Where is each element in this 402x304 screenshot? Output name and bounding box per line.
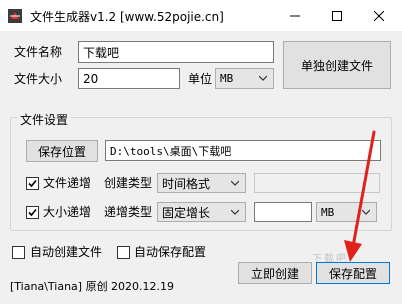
checkmark-icon <box>28 208 37 217</box>
auto-create-label: 自动创建文件 <box>30 245 103 259</box>
title-bar: 文件生成器v1.2 [www.52pojie.cn] <box>0 0 402 31</box>
file-name-value: 下载吧 <box>83 45 120 60</box>
file-name-input[interactable]: 下载吧 <box>78 41 274 63</box>
create-type-label: 创建类型 <box>104 176 153 190</box>
file-size-unit-value: MB <box>220 72 234 85</box>
file-size-input[interactable]: 20 <box>78 68 180 89</box>
create-type-select[interactable]: 时间格式 <box>157 173 246 193</box>
footer-credit: [Tiana\Tiana] 原创 2020.12.19 <box>10 280 175 293</box>
window-title: 文件生成器v1.2 [www.52pojie.cn] <box>30 10 224 24</box>
increment-type-value: 固定增长 <box>162 205 211 220</box>
chevron-down-icon <box>259 75 267 81</box>
unit-label: 单位 <box>188 72 213 86</box>
file-name-label: 文件名称 <box>14 45 63 59</box>
maximize-icon <box>332 10 342 21</box>
file-increment-checkbox[interactable] <box>26 177 39 190</box>
file-size-unit-select[interactable]: MB <box>215 68 274 89</box>
save-path-value: D:\tools\桌面\下载吧 <box>110 144 232 158</box>
create-now-button[interactable]: 立即创建 <box>238 262 312 284</box>
file-size-value: 20 <box>83 71 99 86</box>
close-button[interactable] <box>358 0 400 31</box>
auto-save-config-checkbox[interactable] <box>117 246 130 259</box>
chevron-down-icon <box>231 180 239 186</box>
chevron-down-icon <box>231 209 239 215</box>
increment-type-select[interactable]: 固定增长 <box>157 202 246 222</box>
file-size-label: 文件大小 <box>14 72 63 86</box>
minimize-button[interactable] <box>274 0 316 31</box>
increment-unit-value: MB <box>321 205 335 219</box>
auto-create-checkbox[interactable] <box>12 246 25 259</box>
minimize-icon <box>290 15 300 16</box>
maximize-button[interactable] <box>316 0 358 31</box>
app-icon <box>8 9 22 23</box>
increment-amount-input[interactable] <box>254 202 312 222</box>
save-location-button[interactable]: 保存位置 <box>26 140 98 162</box>
single-create-button[interactable]: 单独创建文件 <box>283 41 391 89</box>
checkmark-icon <box>28 179 37 188</box>
size-increment-label: 大小递增 <box>43 205 92 219</box>
settings-group-title: 文件设置 <box>17 112 72 128</box>
file-increment-label: 文件递增 <box>43 176 92 190</box>
auto-save-config-label: 自动保存配置 <box>134 245 207 259</box>
increment-type-label: 递增类型 <box>104 205 153 219</box>
annotation-arrow-icon <box>344 130 376 262</box>
close-icon <box>374 10 384 21</box>
size-increment-checkbox[interactable] <box>26 206 39 219</box>
create-type-value: 时间格式 <box>162 176 211 191</box>
